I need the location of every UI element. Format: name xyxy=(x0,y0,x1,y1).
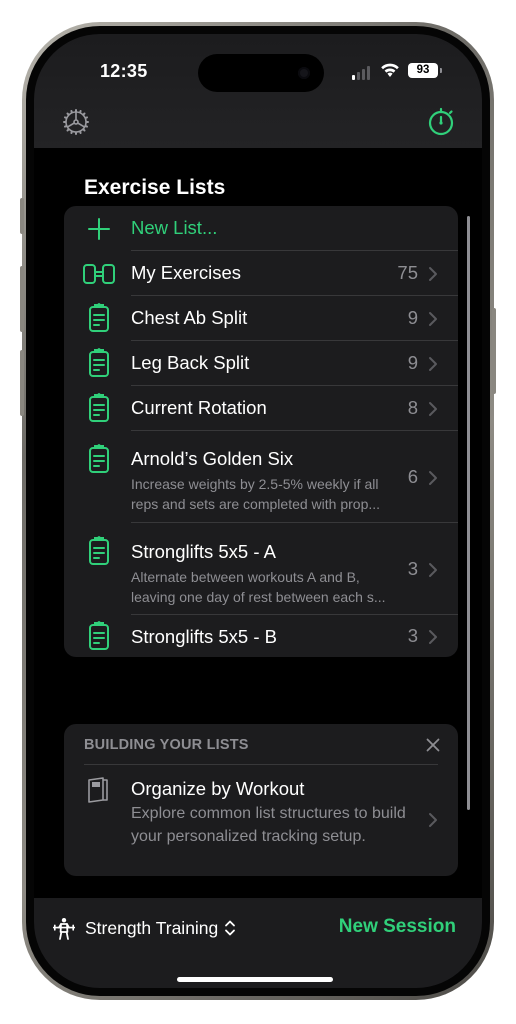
status-time: 12:35 xyxy=(100,61,148,81)
stopwatch-icon[interactable] xyxy=(426,106,456,136)
divider xyxy=(84,764,438,765)
tip-card[interactable]: BUILDING YOUR LISTS Organize by Workout … xyxy=(64,724,458,876)
list-title: Chest Ab Split xyxy=(131,307,248,328)
list-item-current-rotation[interactable]: Current Rotation 8 xyxy=(64,386,458,431)
list-item-arnolds-golden-six[interactable]: Arnold’s Golden Six Increase weights by … xyxy=(64,431,458,523)
power-button xyxy=(492,308,496,394)
chevron-right-icon xyxy=(429,357,437,371)
list-subtitle: Increase weights by 2.5-5% weekly if all… xyxy=(131,476,381,512)
chevron-up-down-icon[interactable] xyxy=(224,919,236,937)
dumbbell-icon xyxy=(83,264,115,284)
cellular-signal-icon xyxy=(352,66,370,80)
home-indicator[interactable] xyxy=(177,977,333,982)
list-title: Stronglifts 5x5 - B xyxy=(131,626,278,647)
chevron-right-icon xyxy=(429,267,437,281)
dynamic-island xyxy=(198,54,324,92)
list-title: Leg Back Split xyxy=(131,352,250,373)
top-bar: 12:35 93 xyxy=(34,34,482,148)
section-title: Exercise Lists xyxy=(84,176,226,199)
book-icon xyxy=(88,777,108,803)
clipboard-icon xyxy=(89,536,109,565)
new-list-label: New List... xyxy=(131,217,218,238)
list-title: Arnold’s Golden Six xyxy=(131,448,294,469)
chevron-right-icon xyxy=(429,630,437,644)
chevron-right-icon xyxy=(429,813,437,827)
list-item-chest-ab-split[interactable]: Chest Ab Split 9 xyxy=(64,296,458,341)
tip-body: Explore common list structures to build … xyxy=(131,805,406,845)
list-item-stronglifts-a[interactable]: Stronglifts 5x5 - A Alternate between wo… xyxy=(64,523,458,615)
battery-tip xyxy=(440,68,442,73)
new-session-button[interactable]: New Session xyxy=(339,916,456,938)
clipboard-icon xyxy=(89,348,109,377)
gear-icon[interactable] xyxy=(62,108,90,136)
list-item-stronglifts-b[interactable]: Stronglifts 5x5 - B 3 xyxy=(64,615,458,657)
tip-title: Organize by Workout xyxy=(131,778,305,799)
exercise-lists-card: New List... My Exercises 75 Chest Ab Spl… xyxy=(64,206,458,657)
list-count: 3 xyxy=(407,558,418,579)
volume-up-button xyxy=(20,266,24,332)
new-list-button[interactable]: New List... xyxy=(64,206,458,251)
chevron-right-icon xyxy=(429,402,437,416)
plus-icon xyxy=(88,218,110,240)
activity-type-selector[interactable]: Strength Training xyxy=(85,918,218,939)
phone-frame: 12:35 93 Exercise Lists New List... My E… xyxy=(22,22,494,1000)
list-count: 9 xyxy=(407,307,418,328)
camera-icon xyxy=(298,67,310,79)
list-count: 6 xyxy=(407,466,418,487)
wifi-icon xyxy=(381,63,399,77)
screen: 12:35 93 Exercise Lists New List... My E… xyxy=(34,34,482,988)
chevron-right-icon xyxy=(429,563,437,577)
close-icon[interactable] xyxy=(426,738,440,752)
weightlifter-icon xyxy=(53,918,75,940)
list-title: Current Rotation xyxy=(131,397,267,418)
content-scroll-area[interactable]: Exercise Lists New List... My Exercises … xyxy=(34,148,482,898)
scrollbar[interactable] xyxy=(467,216,470,810)
list-title: Stronglifts 5x5 - A xyxy=(131,541,276,562)
list-title: My Exercises xyxy=(131,262,241,283)
status-bar: 12:35 93 xyxy=(34,34,482,92)
chevron-right-icon xyxy=(429,312,437,326)
action-button xyxy=(20,198,24,234)
chevron-right-icon xyxy=(429,471,437,485)
list-subtitle: Alternate between workouts A and B, leav… xyxy=(131,569,386,605)
list-count: 3 xyxy=(407,625,418,646)
list-count: 9 xyxy=(407,352,418,373)
list-item-my-exercises[interactable]: My Exercises 75 xyxy=(64,251,458,296)
volume-down-button xyxy=(20,350,24,416)
list-item-leg-back-split[interactable]: Leg Back Split 9 xyxy=(64,341,458,386)
tip-header: BUILDING YOUR LISTS xyxy=(84,737,249,753)
battery-level: 93 xyxy=(408,63,438,78)
clipboard-icon xyxy=(89,393,109,422)
clipboard-icon xyxy=(89,303,109,332)
clipboard-icon xyxy=(89,444,109,473)
list-count: 8 xyxy=(407,397,418,418)
phone-bezel: 12:35 93 Exercise Lists New List... My E… xyxy=(26,26,490,996)
list-count: 75 xyxy=(397,262,418,283)
bottom-toolbar: Strength Training New Session xyxy=(34,898,482,988)
clipboard-icon xyxy=(89,621,109,650)
